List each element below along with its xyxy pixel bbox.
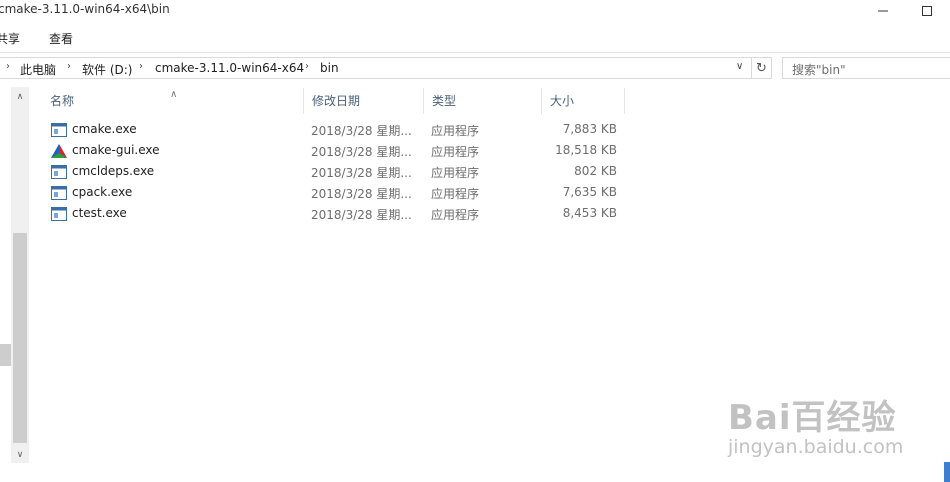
breadcrumb-separator-icon[interactable]: › (139, 61, 143, 72)
ribbon: 共享 查看 (0, 24, 950, 50)
maximize-button[interactable] (904, 0, 950, 22)
file-name: ctest.exe (72, 206, 127, 220)
breadcrumb-cmake-folder[interactable]: cmake-3.11.0-win64-x64 (155, 61, 304, 75)
file-type: 应用程序 (431, 166, 480, 180)
address-bar[interactable]: › 此电脑 › 软件 (D:) › cmake-3.11.0-win64-x64… (0, 57, 752, 79)
baidu-jingyan-watermark: Bai百经验 jingyan.baidu.com (728, 380, 943, 470)
navigation-pane-scrollbar[interactable]: ∧ ∨ (11, 87, 29, 463)
column-header-date[interactable]: 修改日期 (304, 88, 424, 114)
file-date: 2018/3/28 星期... (311, 187, 412, 201)
breadcrumb-drive-d[interactable]: 软件 (D:) (82, 61, 132, 78)
refresh-button[interactable]: ↻ (752, 57, 772, 79)
column-header-name[interactable]: 名称 ∧ (42, 88, 304, 114)
breadcrumb-bin[interactable]: bin (320, 61, 339, 75)
watermark-logo-text: Bai百经验 (728, 398, 897, 438)
file-size: 8,453 KB (562, 206, 617, 220)
exe-window-icon (51, 123, 67, 137)
column-header-size-label: 大小 (550, 94, 575, 108)
scroll-down-arrow-icon[interactable]: ∨ (11, 447, 29, 463)
scrollbar-thumb[interactable] (13, 233, 27, 443)
file-name: cmcldeps.exe (72, 164, 155, 178)
file-type: 应用程序 (431, 145, 480, 159)
file-list-header: 名称 ∧ 修改日期 类型 大小 (42, 88, 627, 114)
file-size: 7,635 KB (562, 185, 617, 199)
file-type: 应用程序 (431, 124, 480, 138)
watermark-url: jingyan.baidu.com (728, 436, 904, 458)
breadcrumb-separator-icon[interactable]: › (67, 61, 71, 72)
file-row[interactable]: cmake.exe 2018/3/28 星期... 应用程序 7,883 KB (42, 120, 627, 141)
breadcrumb-separator-icon[interactable]: › (305, 61, 309, 72)
file-date: 2018/3/28 星期... (311, 208, 412, 222)
file-row[interactable]: cmcldeps.exe 2018/3/28 星期... 应用程序 802 KB (42, 162, 627, 183)
chevron-down-icon[interactable]: ∨ (736, 61, 743, 72)
column-header-name-label: 名称 (50, 94, 75, 108)
column-header-date-label: 修改日期 (312, 94, 361, 108)
column-header-type[interactable]: 类型 (424, 88, 542, 114)
exe-window-icon (51, 186, 67, 200)
search-input[interactable]: 搜索"bin" (782, 57, 950, 79)
corner-accent (944, 462, 950, 482)
file-name: cpack.exe (72, 185, 133, 199)
file-type: 应用程序 (431, 208, 480, 222)
column-header-type-label: 类型 (432, 94, 457, 108)
tab-share[interactable]: 共享 (0, 30, 20, 47)
file-name: cmake-gui.exe (72, 143, 160, 157)
minimize-icon (878, 10, 888, 12)
file-row[interactable]: cpack.exe 2018/3/28 星期... 应用程序 7,635 KB (42, 183, 627, 204)
title-bar: cmake-3.11.0-win64-x64\bin (0, 0, 950, 22)
minimize-button[interactable] (860, 0, 906, 22)
breadcrumb-separator-icon[interactable]: › (6, 61, 10, 72)
scroll-up-arrow-icon[interactable]: ∧ (11, 89, 29, 105)
file-date: 2018/3/28 星期... (311, 166, 412, 180)
file-size: 7,883 KB (562, 122, 617, 136)
file-date: 2018/3/28 星期... (311, 145, 412, 159)
navigation-pane-edge (0, 344, 11, 366)
tab-view[interactable]: 查看 (49, 30, 73, 47)
ribbon-divider (0, 52, 950, 53)
refresh-icon: ↻ (756, 60, 767, 76)
file-row[interactable]: ctest.exe 2018/3/28 星期... 应用程序 8,453 KB (42, 204, 627, 225)
file-type: 应用程序 (431, 187, 480, 201)
exe-window-icon (51, 165, 67, 179)
file-date: 2018/3/28 星期... (311, 124, 412, 138)
exe-window-icon (51, 207, 67, 221)
file-row[interactable]: cmake-gui.exe 2018/3/28 星期... 应用程序 18,51… (42, 141, 627, 162)
maximize-icon (922, 6, 932, 16)
column-header-size[interactable]: 大小 (542, 88, 625, 114)
sort-ascending-icon: ∧ (170, 89, 178, 100)
file-name: cmake.exe (72, 122, 137, 136)
file-size: 802 KB (574, 164, 617, 178)
file-size: 18,518 KB (555, 143, 617, 157)
cmake-triangle-icon (51, 144, 67, 158)
window-title: cmake-3.11.0-win64-x64\bin (0, 2, 170, 16)
breadcrumb-this-pc[interactable]: 此电脑 (20, 61, 56, 78)
